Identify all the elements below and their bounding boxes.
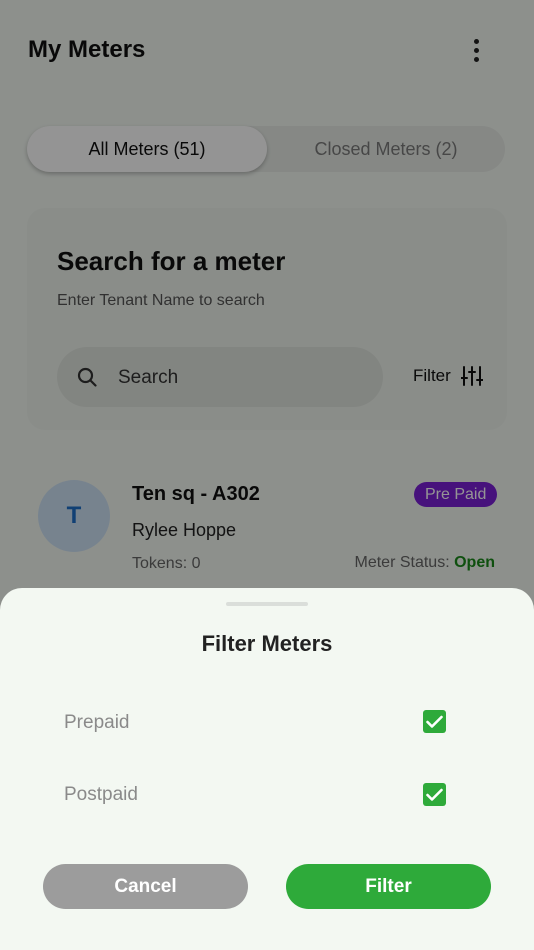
postpaid-checkbox[interactable]	[423, 783, 446, 806]
cancel-button[interactable]: Cancel	[43, 864, 248, 909]
meters-screen: My Meters All Meters (51) Closed Meters …	[0, 0, 534, 950]
prepaid-checkbox[interactable]	[423, 710, 446, 733]
checkmark-icon	[426, 788, 443, 801]
apply-filter-button[interactable]: Filter	[286, 864, 491, 909]
sheet-title: Filter Meters	[201, 631, 333, 656]
checkmark-icon	[426, 715, 443, 728]
filter-bottom-sheet: Filter Meters Prepaid Postpaid Cancel Fi…	[0, 588, 534, 950]
postpaid-option-label: Postpaid	[64, 784, 138, 805]
prepaid-option-label: Prepaid	[64, 712, 130, 733]
sheet-drag-handle[interactable]	[226, 602, 308, 606]
